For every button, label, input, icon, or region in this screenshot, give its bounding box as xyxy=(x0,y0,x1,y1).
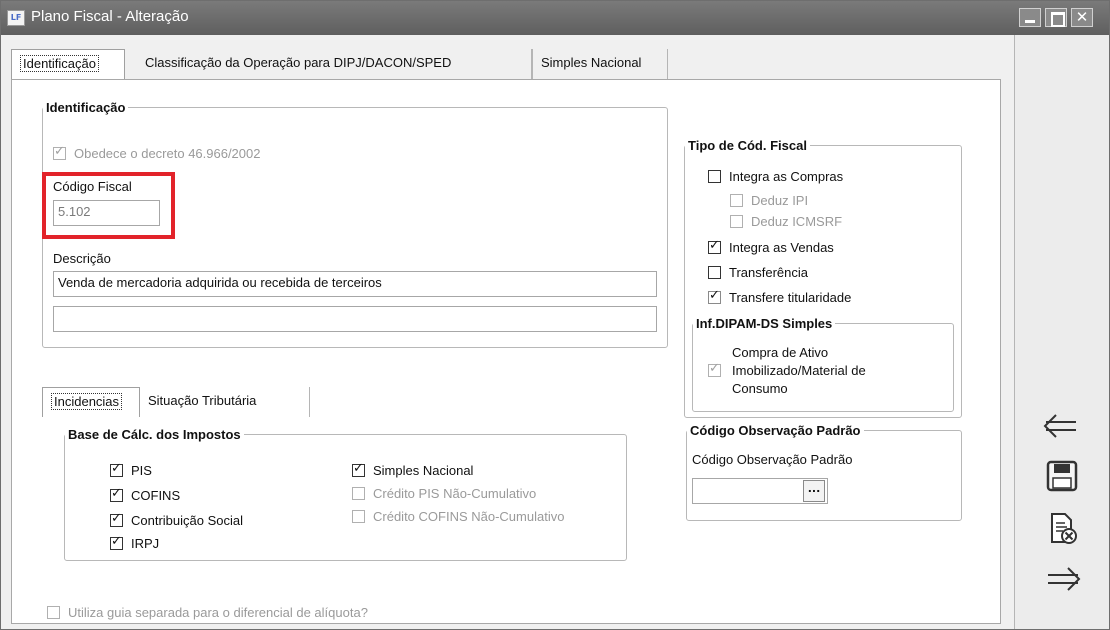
integra-vendas-box xyxy=(708,238,721,254)
simples-nacional-label: Simples Nacional xyxy=(373,463,474,478)
guia-separada-checkbox[interactable]: Utiliza guia separada para o diferencial… xyxy=(47,605,368,620)
save-disk-icon xyxy=(1046,460,1078,492)
deduz-icmsrf-label: Deduz ICMSRF xyxy=(751,214,843,229)
pis-checkbox[interactable]: PIS xyxy=(110,461,152,478)
plano-fiscal-window: LF Plano Fiscal - Alteração ✕ Identifica… xyxy=(0,0,1110,630)
save-button[interactable] xyxy=(1039,457,1085,495)
next-arrow-icon xyxy=(1048,567,1081,591)
pis-label: PIS xyxy=(131,463,152,478)
credito-pis-checkbox[interactable]: Crédito PIS Não-Cumulativo xyxy=(352,486,536,501)
subtab-incidencias[interactable]: Incidencias xyxy=(42,387,140,417)
transfere-titularidade-checkbox[interactable]: Transfere titularidade xyxy=(708,288,852,305)
close-icon: ✕ xyxy=(1075,8,1089,26)
maximize-button[interactable] xyxy=(1045,8,1067,27)
deduz-icmsrf-box xyxy=(730,215,743,228)
integra-compras-checkbox[interactable]: Integra as Compras xyxy=(708,169,843,184)
deduz-ipi-checkbox[interactable]: Deduz IPI xyxy=(730,193,808,208)
minimize-button[interactable] xyxy=(1019,8,1041,27)
next-button[interactable] xyxy=(1039,560,1085,598)
transferencia-box xyxy=(708,266,721,279)
dipam-legend: Inf.DIPAM-DS Simples xyxy=(696,316,833,331)
previous-arrow-icon xyxy=(1043,414,1076,438)
action-sidebar xyxy=(1014,35,1109,629)
codigo-fiscal-highlight xyxy=(42,172,175,239)
main-content: Identificação Classificação da Operação … xyxy=(1,35,1014,629)
deduz-icmsrf-checkbox[interactable]: Deduz ICMSRF xyxy=(730,214,842,229)
subtab-situacao-label: Situação Tributária xyxy=(148,393,257,408)
irpj-label: IRPJ xyxy=(131,536,160,551)
irpj-box xyxy=(110,534,123,550)
compra-ativo-box xyxy=(708,361,721,377)
tab-classificacao-operacao[interactable]: Classificação da Operação para DIPJ/DACO… xyxy=(137,49,532,79)
obedece-decreto-checkbox[interactable]: Obedece o decreto 46.966/2002 xyxy=(53,144,261,161)
tab-identificacao[interactable]: Identificação xyxy=(11,49,125,81)
simples-nacional-checkbox[interactable]: Simples Nacional xyxy=(352,461,474,478)
tab-simples-label: Simples Nacional xyxy=(541,55,642,70)
delete-button[interactable] xyxy=(1039,510,1085,548)
transfere-titularidade-box xyxy=(708,288,721,304)
descricao-label: Descrição xyxy=(53,251,111,266)
app-icon: LF xyxy=(7,10,25,26)
pis-box xyxy=(110,461,123,477)
credito-cofins-label: Crédito COFINS Não-Cumulativo xyxy=(373,509,565,524)
tab-simples-nacional[interactable]: Simples Nacional xyxy=(532,49,668,79)
observacao-label: Código Observação Padrão xyxy=(692,452,853,467)
title-bar: LF Plano Fiscal - Alteração ✕ xyxy=(1,1,1109,35)
observacao-legend: Código Observação Padrão xyxy=(690,423,861,438)
compra-ativo-label: Compra de Ativo Imobilizado/Material de … xyxy=(732,345,866,396)
base-calculo-legend: Base de Cálc. dos Impostos xyxy=(68,427,241,442)
subtab-situacao-tributaria[interactable]: Situação Tributária xyxy=(140,387,310,417)
descricao-input-2[interactable] xyxy=(53,306,657,332)
credito-pis-box xyxy=(352,487,365,500)
integra-vendas-checkbox[interactable]: Integra as Vendas xyxy=(708,238,834,255)
tab-bar: Identificação Classificação da Operação … xyxy=(11,49,1001,81)
window-title: Plano Fiscal - Alteração xyxy=(31,8,189,25)
observacao-group: Código Observação Padrão xyxy=(686,423,962,521)
observacao-lookup-button[interactable]: ... xyxy=(803,480,825,502)
contribuicao-social-box xyxy=(110,511,123,527)
tab-classificacao-label: Classificação da Operação para DIPJ/DACO… xyxy=(145,55,452,70)
transferencia-checkbox[interactable]: Transferência xyxy=(708,265,808,280)
contribuicao-social-checkbox[interactable]: Contribuição Social xyxy=(110,511,244,528)
guia-separada-box xyxy=(47,606,60,619)
descricao-input[interactable]: Venda de mercadoria adquirida ou recebid… xyxy=(53,271,657,297)
cofins-label: COFINS xyxy=(131,488,181,503)
integra-compras-box xyxy=(708,170,721,183)
contribuicao-social-label: Contribuição Social xyxy=(131,513,244,528)
integra-vendas-label: Integra as Vendas xyxy=(729,240,834,255)
credito-pis-label: Crédito PIS Não-Cumulativo xyxy=(373,486,537,501)
obedece-decreto-label: Obedece o decreto 46.966/2002 xyxy=(74,146,261,161)
tipo-cod-fiscal-legend: Tipo de Cód. Fiscal xyxy=(688,138,807,153)
simples-nacional-box xyxy=(352,461,365,477)
integra-compras-label: Integra as Compras xyxy=(729,169,844,184)
tab-identificacao-label: Identificação xyxy=(20,55,99,72)
credito-cofins-box xyxy=(352,510,365,523)
deduz-ipi-label: Deduz IPI xyxy=(751,193,809,208)
subtab-incidencias-label: Incidencias xyxy=(51,393,123,410)
irpj-checkbox[interactable]: IRPJ xyxy=(110,534,160,551)
obedece-decreto-box xyxy=(53,144,66,160)
deduz-ipi-box xyxy=(730,194,743,207)
transfere-titularidade-label: Transfere titularidade xyxy=(729,290,852,305)
previous-button[interactable] xyxy=(1039,407,1085,445)
identificacao-legend: Identificação xyxy=(46,100,126,115)
compra-ativo-checkbox[interactable] xyxy=(708,361,729,377)
tab-page-identificacao: Identificação Obedece o decreto 46.966/2… xyxy=(11,79,1001,624)
delete-document-icon xyxy=(1051,513,1077,544)
credito-cofins-checkbox[interactable]: Crédito COFINS Não-Cumulativo xyxy=(352,509,564,524)
transferencia-label: Transferência xyxy=(729,265,808,280)
guia-separada-label: Utiliza guia separada para o diferencial… xyxy=(68,605,368,620)
cofins-checkbox[interactable]: COFINS xyxy=(110,486,181,503)
close-button[interactable]: ✕ xyxy=(1071,8,1093,27)
cofins-box xyxy=(110,486,123,502)
